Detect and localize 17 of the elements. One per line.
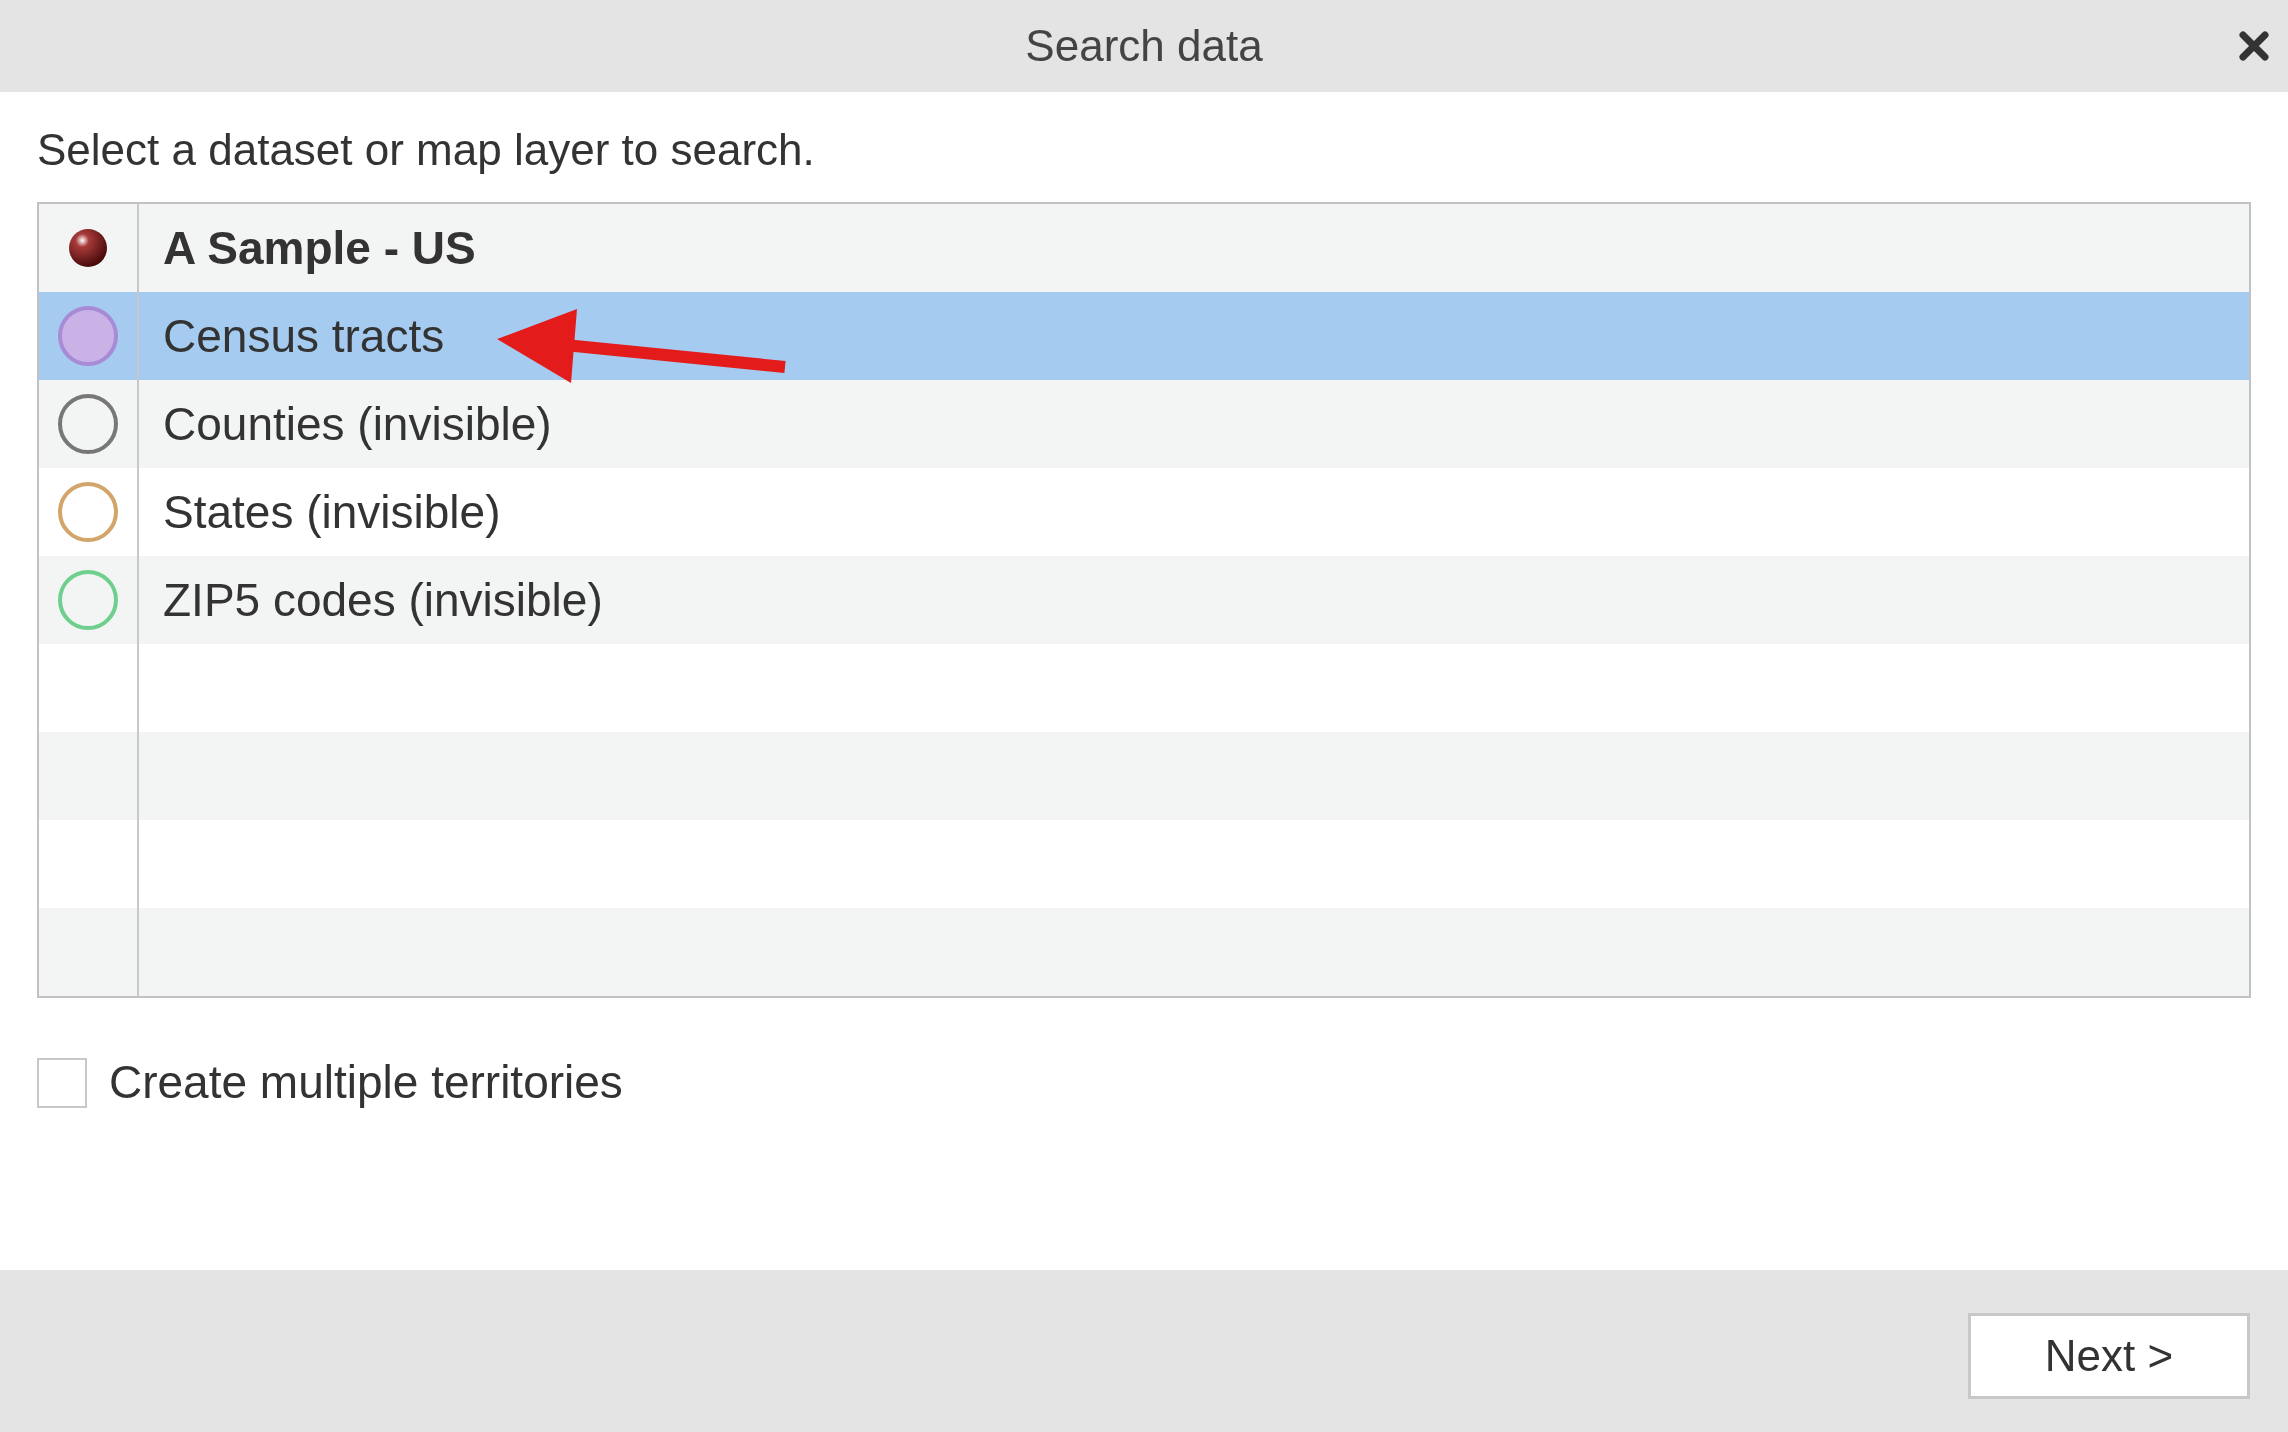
list-row[interactable]: A Sample - US [39, 204, 2249, 292]
list-row[interactable]: Census tracts [39, 292, 2249, 380]
checkbox-row[interactable]: Create multiple territories [37, 1048, 2251, 1117]
row-label: Census tracts [163, 308, 445, 364]
list-row[interactable]: ZIP5 codes (invisible) [39, 556, 2249, 644]
row-label: ZIP5 codes (invisible) [163, 572, 603, 628]
checkbox-label: Create multiple territories [109, 1055, 623, 1110]
window-title: Search data [1025, 20, 1263, 72]
row-label: A Sample - US [163, 220, 476, 276]
next-button[interactable]: Next > [1968, 1313, 2250, 1399]
close-icon [2238, 30, 2270, 62]
row-label: Counties (invisible) [163, 396, 552, 452]
list-row[interactable]: Counties (invisible) [39, 380, 2249, 468]
checkbox[interactable] [37, 1057, 87, 1108]
row-label: States (invisible) [163, 484, 501, 540]
sphere-icon [68, 228, 108, 268]
instruction-text: Select a dataset or map layer to search. [37, 124, 816, 176]
